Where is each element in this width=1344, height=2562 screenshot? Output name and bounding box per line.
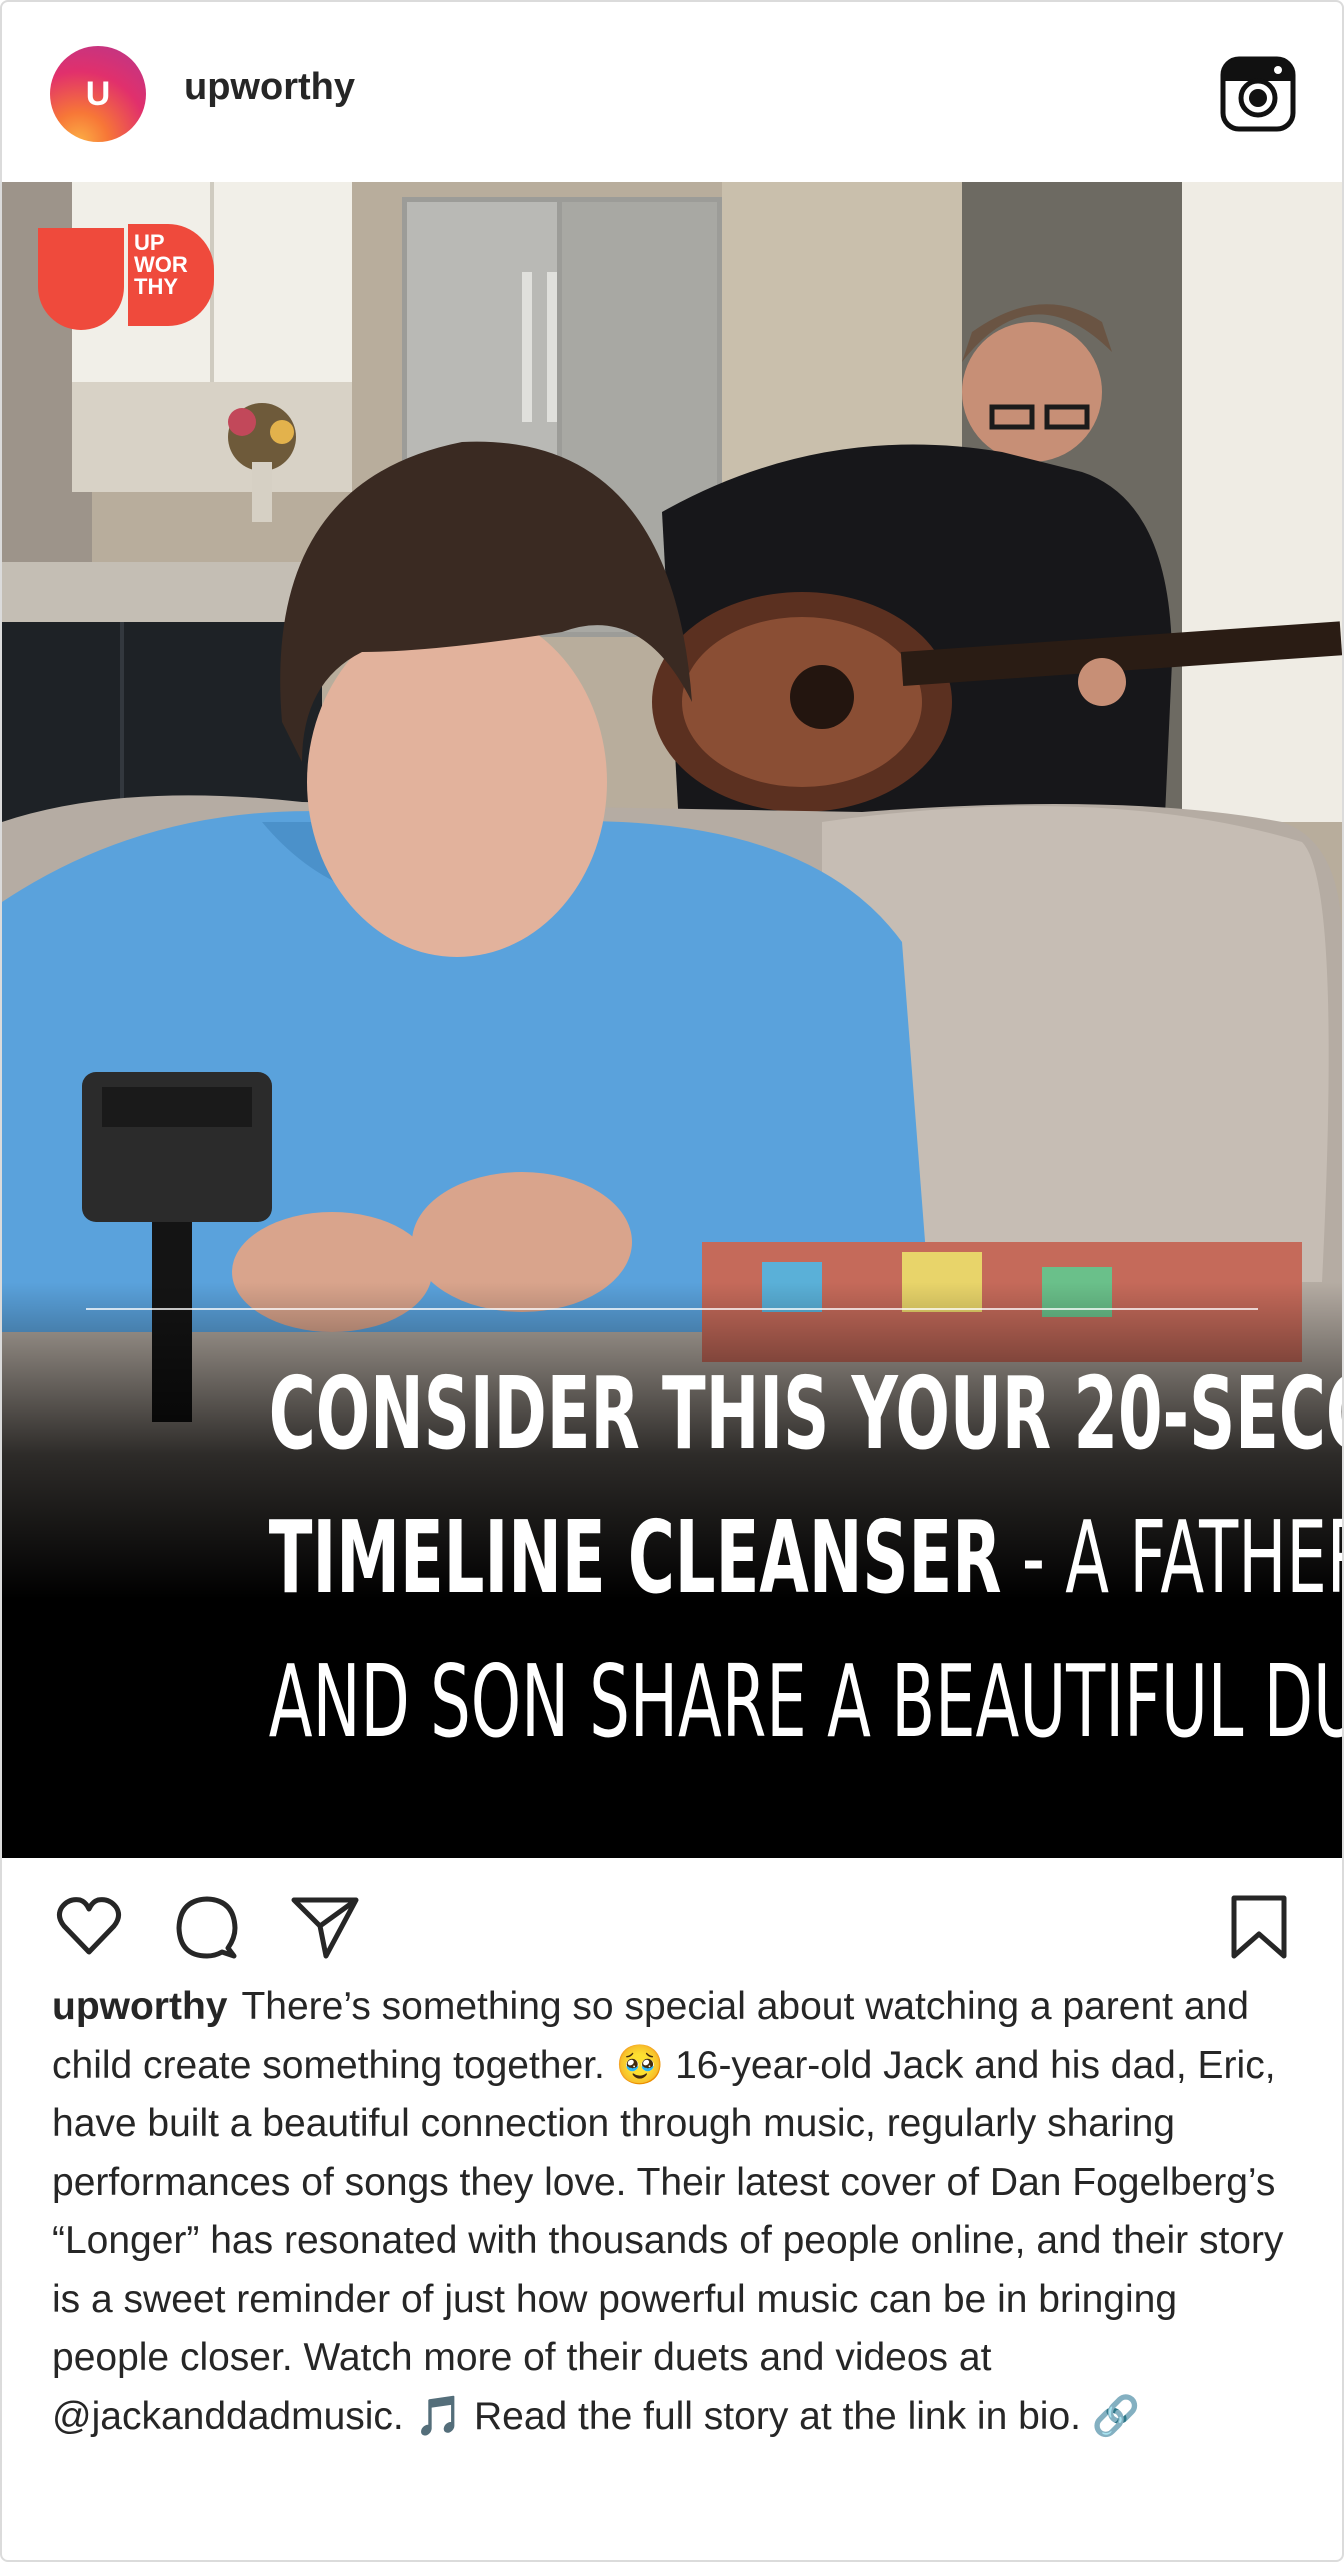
caption-text: There’s something so special about watch… [52, 1985, 1284, 2438]
headline-line-2-light: - A FATHER [1001, 1499, 1342, 1616]
video-headline: CONSIDER THIS YOUR 20-SECOND TIMELINE CL… [42, 1342, 1342, 1774]
upworthy-logo: UP WOR THY [38, 224, 218, 334]
post-caption: upworthy There’s something so special abo… [52, 1978, 1302, 2446]
avatar[interactable]: U [50, 46, 146, 142]
heart-icon [56, 1897, 122, 1955]
bookmark-icon [1231, 1895, 1287, 1959]
logo-wordmark: UP WOR THY [128, 224, 214, 326]
post-header: U upworthy [2, 2, 1342, 182]
instagram-icon[interactable] [1220, 56, 1296, 132]
share-button[interactable] [290, 1892, 360, 1962]
headline-divider [86, 1308, 1258, 1310]
headline-line-2-bold: TIMELINE CLEANSER [268, 1499, 1002, 1616]
post-username[interactable]: upworthy [184, 66, 355, 109]
comment-button[interactable] [172, 1892, 242, 1962]
post-media[interactable]: UP WOR THY CONSIDER THIS YOUR 20-SECOND … [2, 182, 1342, 1858]
headline-line-3: AND SON SHARE A BEAUTIFUL DUET [268, 1643, 1342, 1760]
logo-u-shape [38, 228, 124, 330]
avatar-letter: U [85, 74, 111, 113]
headline-line-2: TIMELINE CLEANSER - A FATHER [268, 1486, 1342, 1630]
caption-username[interactable]: upworthy [52, 1985, 227, 2028]
like-button[interactable] [54, 1892, 124, 1962]
headline-line-1: CONSIDER THIS YOUR 20-SECOND [268, 1355, 1342, 1472]
comment-icon [176, 1896, 238, 1959]
post-actions [2, 1858, 1342, 1978]
share-icon [291, 1897, 359, 1959]
save-button[interactable] [1224, 1892, 1294, 1962]
instagram-post-card: U upworthy UP WOR THY CONSIDER THIS YOUR… [0, 0, 1344, 2562]
